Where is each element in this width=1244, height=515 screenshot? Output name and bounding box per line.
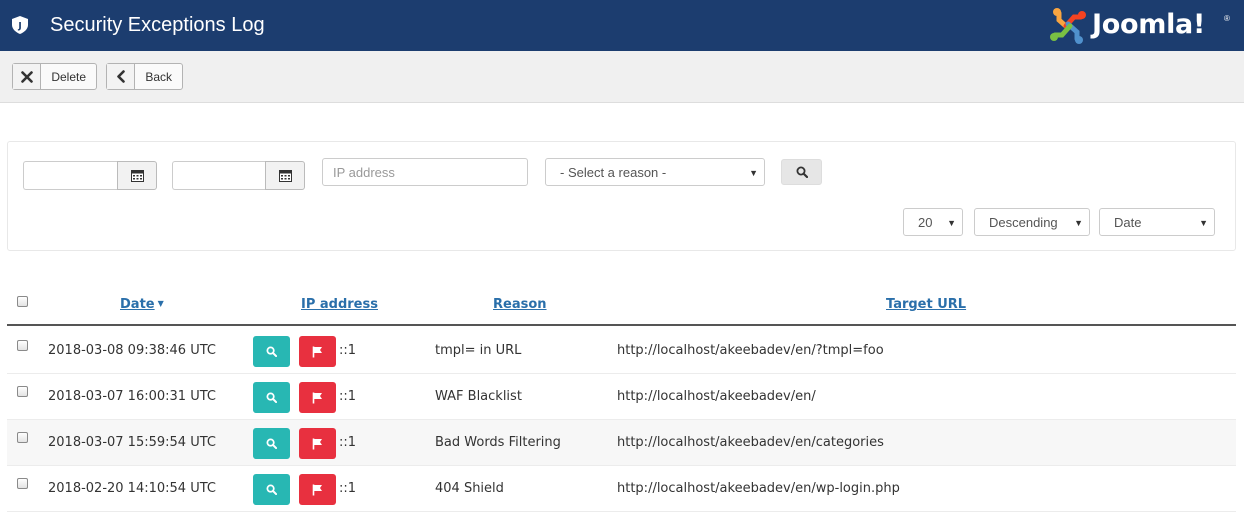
sort-order-value: Date [1114, 214, 1142, 230]
row-ip: ::1 [339, 389, 357, 404]
row-ip: ::1 [339, 435, 357, 450]
close-icon [13, 64, 42, 89]
column-header-ip[interactable]: IP address [301, 297, 378, 312]
to-date-input[interactable] [172, 161, 266, 190]
calendar-icon [130, 170, 144, 182]
from-date-input[interactable] [23, 161, 117, 190]
back-button-label: Back [145, 69, 172, 84]
chevron-left-icon [107, 64, 136, 89]
svg-text:J: J [17, 22, 21, 32]
table-row: 2018-03-07 16:00:31 UTC ::1 WAF Blacklis… [7, 374, 1236, 420]
row-checkbox[interactable] [17, 478, 28, 489]
list-limit-value: 20 [918, 214, 933, 230]
row-date: 2018-02-20 14:10:54 UTC [48, 481, 216, 496]
table-header: Date ▼ IP address Reason Target URL [7, 285, 1236, 326]
row-checkbox[interactable] [17, 340, 28, 351]
table-row: 2018-03-08 09:38:46 UTC ::1 tmpl= in URL… [7, 328, 1236, 374]
reason-select[interactable]: - Select a reason - ▼ [545, 158, 765, 186]
sort-caret-icon: ▼ [157, 299, 164, 308]
search-icon [266, 438, 277, 449]
search-icon [796, 166, 808, 178]
delete-button[interactable]: Delete [12, 63, 97, 90]
row-reason: WAF Blacklist [435, 389, 522, 404]
row-target-url: http://localhost/akeebadev/en/ [617, 389, 816, 404]
caret-down-icon: ▼ [947, 218, 956, 228]
reason-select-value: - Select a reason - [560, 164, 667, 180]
sort-order-select[interactable]: Date ▼ [1099, 208, 1215, 236]
sort-direction-select[interactable]: Descending ▼ [974, 208, 1090, 236]
row-ip: ::1 [339, 481, 357, 496]
row-target-url: http://localhost/akeebadev/en/categories [617, 435, 884, 450]
page-title: Security Exceptions Log [50, 14, 265, 36]
search-icon [266, 484, 277, 495]
table-row: 2018-02-20 14:10:54 UTC ::1 404 Shield h… [7, 466, 1236, 512]
row-reason: Bad Words Filtering [435, 435, 561, 450]
brand-registered-mark: ® [1224, 14, 1230, 23]
select-all-checkbox[interactable] [17, 296, 28, 307]
search-icon [266, 346, 277, 357]
delete-button-label: Delete [51, 69, 86, 84]
search-button[interactable] [781, 159, 822, 185]
flag-icon [312, 484, 322, 495]
column-header-target-url[interactable]: Target URL [886, 297, 966, 312]
caret-down-icon: ▼ [1074, 218, 1083, 228]
list-limit-select[interactable]: 20 ▼ [903, 208, 963, 236]
row-reason: tmpl= in URL [435, 343, 522, 358]
table-row: 2018-03-07 15:59:54 UTC ::1 Bad Words Fi… [7, 420, 1236, 466]
row-date: 2018-03-07 16:00:31 UTC [48, 389, 216, 404]
back-button[interactable]: Back [106, 63, 183, 90]
to-date-calendar-button[interactable] [265, 161, 305, 190]
flag-icon [312, 392, 322, 403]
row-checkbox[interactable] [17, 432, 28, 443]
ip-lookup-button[interactable] [253, 428, 290, 459]
ip-address-input[interactable] [322, 158, 528, 186]
filter-panel: - Select a reason - ▼ 20 ▼ Descending ▼ … [7, 141, 1236, 251]
from-date-calendar-button[interactable] [117, 161, 157, 190]
row-reason: 404 Shield [435, 481, 504, 496]
ip-lookup-button[interactable] [253, 336, 290, 367]
column-header-date[interactable]: Date ▼ [120, 297, 164, 312]
row-date: 2018-03-08 09:38:46 UTC [48, 343, 216, 358]
row-ip: ::1 [339, 343, 357, 358]
column-header-reason[interactable]: Reason [493, 297, 547, 312]
calendar-icon [278, 170, 292, 182]
sort-direction-value: Descending [989, 214, 1058, 230]
ip-block-button[interactable] [299, 428, 336, 459]
search-icon [266, 392, 277, 403]
flag-icon [312, 438, 322, 449]
ip-lookup-button[interactable] [253, 474, 290, 505]
toolbar: Delete Back [0, 51, 1244, 103]
row-target-url: http://localhost/akeebadev/en/wp-login.p… [617, 481, 900, 496]
caret-down-icon: ▼ [1199, 218, 1208, 228]
ip-block-button[interactable] [299, 336, 336, 367]
row-target-url: http://localhost/akeebadev/en/?tmpl=foo [617, 343, 884, 358]
joomla-logo[interactable]: Joomla! ® [1048, 6, 1234, 46]
joomla-logo-icon [1050, 8, 1086, 44]
page-header: J Security Exceptions Log Joomla! ® [0, 0, 1244, 51]
shield-icon: J [12, 16, 28, 34]
ip-lookup-button[interactable] [253, 382, 290, 413]
row-checkbox[interactable] [17, 386, 28, 397]
brand-name: Joomla! [1092, 9, 1205, 40]
ip-block-button[interactable] [299, 382, 336, 413]
row-date: 2018-03-07 15:59:54 UTC [48, 435, 216, 450]
caret-down-icon: ▼ [749, 168, 758, 178]
ip-block-button[interactable] [299, 474, 336, 505]
flag-icon [312, 346, 322, 357]
